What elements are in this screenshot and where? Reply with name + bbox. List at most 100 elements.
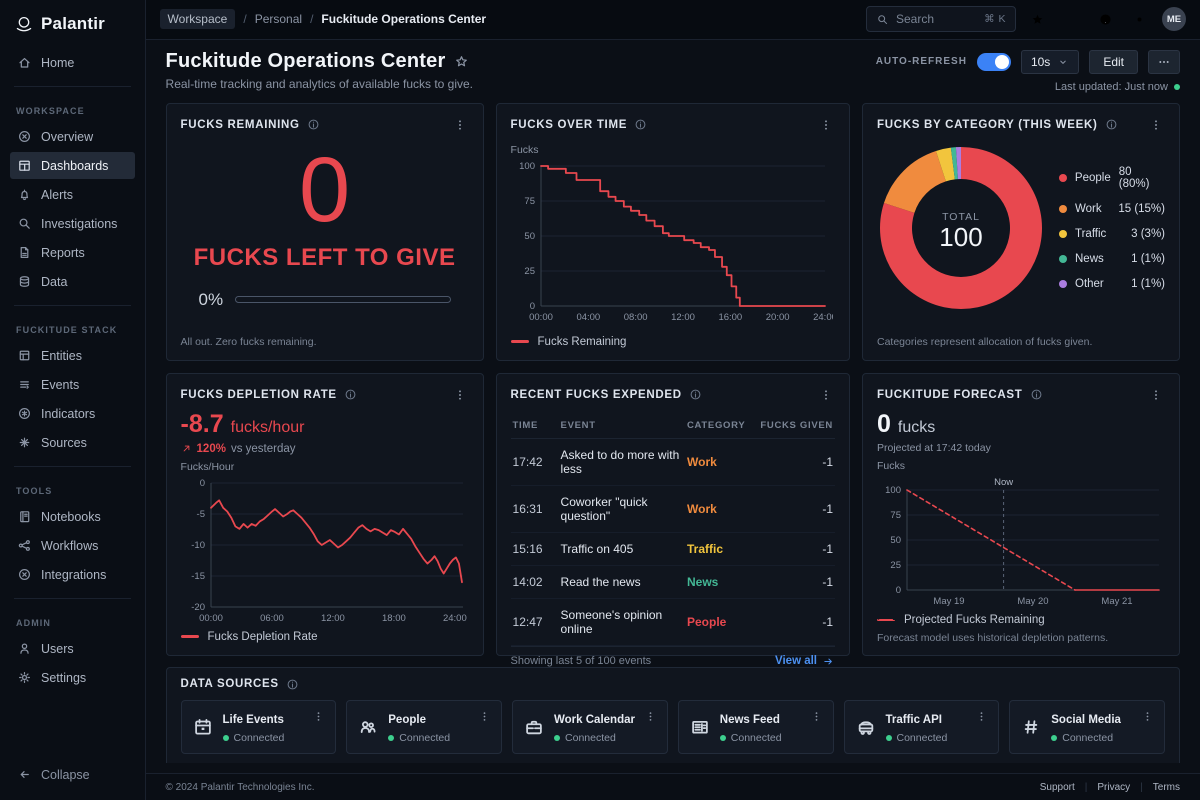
info-icon[interactable] <box>307 118 320 131</box>
data-source-social-media[interactable]: Social MediaConnected <box>1009 700 1165 754</box>
footer-link-privacy[interactable]: Privacy <box>1097 782 1130 793</box>
search-placeholder: Search <box>896 12 977 26</box>
kebab-menu-icon[interactable] <box>1147 116 1165 134</box>
kebab-menu-icon[interactable] <box>644 710 657 723</box>
settings-button[interactable] <box>1126 6 1152 32</box>
more-options-button[interactable] <box>1148 50 1180 74</box>
info-icon[interactable] <box>689 388 702 401</box>
sidebar-section-label: TOOLS <box>10 476 135 502</box>
refresh-interval-select[interactable]: 10s <box>1021 50 1079 74</box>
legend-item-news[interactable]: News1 (1%) <box>1059 253 1165 265</box>
kebab-menu-icon[interactable] <box>312 710 325 723</box>
data-source-people[interactable]: PeopleConnected <box>346 700 502 754</box>
arrow-up-right-icon <box>181 443 192 454</box>
sidebar-item-users[interactable]: Users <box>10 635 135 662</box>
kebab-menu-icon[interactable] <box>975 710 988 723</box>
data-source-work-calendar[interactable]: Work CalendarConnected <box>512 700 668 754</box>
star-icon[interactable] <box>454 54 469 69</box>
info-icon[interactable] <box>286 678 299 691</box>
edit-button[interactable]: Edit <box>1089 50 1138 74</box>
legend-item-work[interactable]: Work15 (15%) <box>1059 203 1165 215</box>
svg-text:-20: -20 <box>191 602 205 613</box>
sidebar-item-settings[interactable]: Settings <box>10 664 135 691</box>
table-row[interactable]: 15:16Traffic on 405Traffic-1 <box>511 532 835 565</box>
sidebar-item-label: Entities <box>41 349 82 363</box>
breadcrumb-item-2: Fuckitude Operations Center <box>321 12 486 26</box>
info-icon[interactable] <box>1105 118 1118 131</box>
kebab-menu-icon[interactable] <box>810 710 823 723</box>
sidebar-item-overview[interactable]: Overview <box>10 123 135 150</box>
sidebar-item-indicators[interactable]: Indicators <box>10 400 135 427</box>
view-all-link[interactable]: View all <box>775 655 835 668</box>
legend-dot <box>1059 205 1067 213</box>
breadcrumb-item-1[interactable]: Personal <box>255 12 302 26</box>
source-body: Work CalendarConnected <box>554 710 635 744</box>
sidebar-item-home[interactable]: Home <box>10 49 135 76</box>
sidebar-nav: HomeWORKSPACEOverviewDashboardsAlertsInv… <box>10 48 135 761</box>
info-icon[interactable] <box>634 118 647 131</box>
kebab-menu-icon[interactable] <box>451 116 469 134</box>
sidebar-collapse-button[interactable]: Collapse <box>10 761 135 788</box>
event-description: Read the news <box>559 565 685 598</box>
donut-slice-work[interactable] <box>884 151 946 213</box>
add-button[interactable] <box>1058 6 1084 32</box>
brand-name: Palantir <box>41 14 105 34</box>
sidebar-divider <box>14 466 131 467</box>
legend-item-other[interactable]: Other1 (1%) <box>1059 278 1165 290</box>
gear-icon <box>17 670 32 685</box>
legend-dot <box>1059 255 1067 263</box>
sidebar-item-data[interactable]: Data <box>10 268 135 295</box>
kebab-menu-icon[interactable] <box>817 116 835 134</box>
sidebar-item-notebooks[interactable]: Notebooks <box>10 503 135 530</box>
event-category: News <box>685 565 757 598</box>
data-source-news-feed[interactable]: News FeedConnected <box>678 700 834 754</box>
source-status: Connected <box>720 732 801 744</box>
card-fucks-over-time: FUCKS OVER TIME Fucks 025507510000:0004:… <box>496 103 850 361</box>
legend-dot <box>1059 230 1067 238</box>
event-time: 15:16 <box>511 532 559 565</box>
card-note: Categories represent allocation of fucks… <box>877 336 1165 348</box>
table-row[interactable]: 17:42Asked to do more with lessWork-1 <box>511 438 835 485</box>
kebab-menu-icon[interactable] <box>451 386 469 404</box>
footer-link-support[interactable]: Support <box>1040 782 1075 793</box>
favorite-button[interactable] <box>1024 6 1050 32</box>
sidebar-item-investigations[interactable]: Investigations <box>10 210 135 237</box>
kebab-menu-icon[interactable] <box>1147 386 1165 404</box>
search-input[interactable]: Search ⌘ K <box>866 6 1016 32</box>
breadcrumb-item-0[interactable]: Workspace <box>160 9 236 29</box>
sidebar-item-sources[interactable]: Sources <box>10 429 135 456</box>
forecast-note: Projected at 17:42 today <box>877 442 1165 454</box>
help-button[interactable] <box>1092 6 1118 32</box>
sidebar-item-reports[interactable]: Reports <box>10 239 135 266</box>
kebab-menu-icon[interactable] <box>1141 710 1154 723</box>
sidebar-item-events[interactable]: Events <box>10 371 135 398</box>
table-row[interactable]: 14:02Read the newsNews-1 <box>511 565 835 598</box>
table-row[interactable]: 16:31Coworker "quick question"Work-1 <box>511 485 835 532</box>
sidebar-item-workflows[interactable]: Workflows <box>10 532 135 559</box>
sidebar-item-integrations[interactable]: Integrations <box>10 561 135 588</box>
forecast-unit: fucks <box>898 419 935 437</box>
sidebar-item-label: Sources <box>41 436 87 450</box>
sidebar-item-entities[interactable]: Entities <box>10 342 135 369</box>
sidebar-divider <box>14 598 131 599</box>
footer-link-terms[interactable]: Terms <box>1153 782 1180 793</box>
info-icon[interactable] <box>344 388 357 401</box>
auto-refresh-label: AUTO-REFRESH <box>876 56 967 67</box>
auto-refresh-toggle[interactable] <box>977 53 1011 71</box>
palantir-logo[interactable]: Palantir <box>10 10 135 48</box>
avatar[interactable]: ME <box>1162 7 1186 31</box>
info-icon[interactable] <box>1030 388 1043 401</box>
data-source-life-events[interactable]: Life EventsConnected <box>181 700 337 754</box>
kebab-menu-icon[interactable] <box>817 386 835 404</box>
card-note: All out. Zero fucks remaining. <box>181 336 469 348</box>
legend-item-people[interactable]: People80 (80%) <box>1059 166 1165 190</box>
kebab-menu-icon[interactable] <box>478 710 491 723</box>
data-source-traffic-api[interactable]: Traffic APIConnected <box>844 700 1000 754</box>
sidebar-item-label: Overview <box>41 130 93 144</box>
legend-item-traffic[interactable]: Traffic3 (3%) <box>1059 228 1165 240</box>
sidebar-item-dashboards[interactable]: Dashboards <box>10 152 135 179</box>
entities-icon <box>17 348 32 363</box>
legend-value: 1 (1%) <box>1131 253 1165 265</box>
table-row[interactable]: 12:47Someone's opinion onlinePeople-1 <box>511 598 835 645</box>
sidebar-item-alerts[interactable]: Alerts <box>10 181 135 208</box>
